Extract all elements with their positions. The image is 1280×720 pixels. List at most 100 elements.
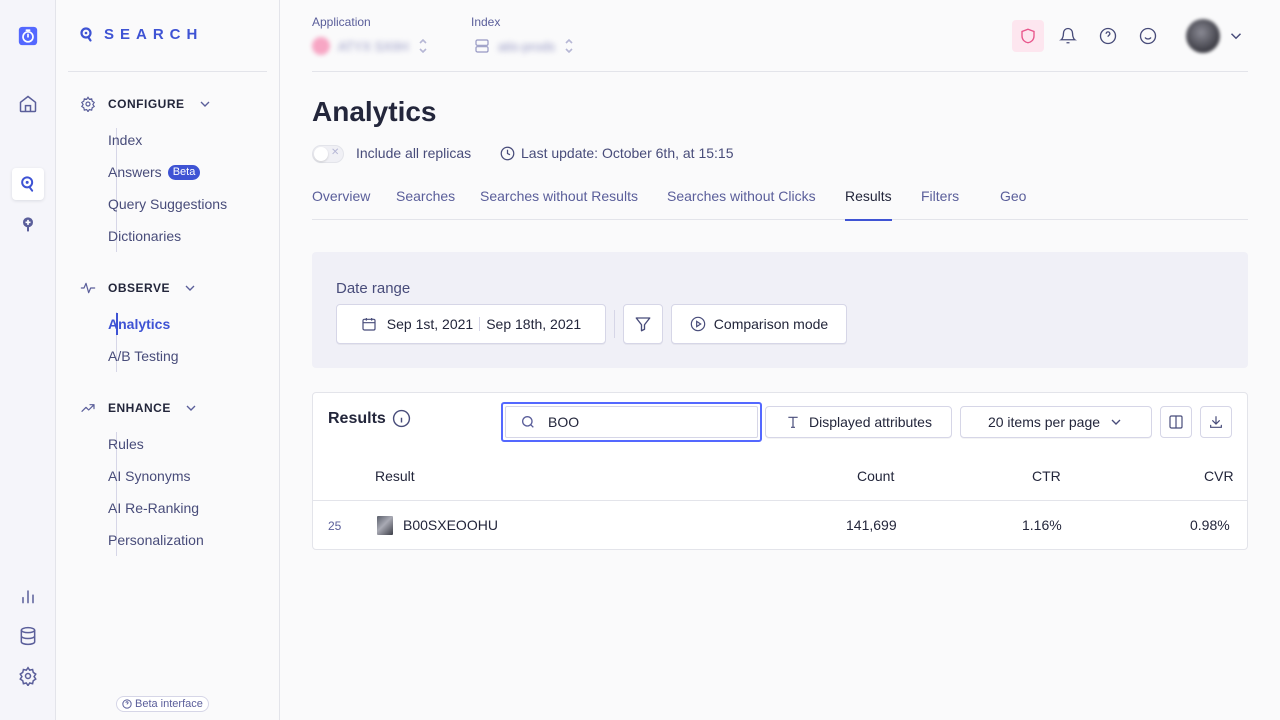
results-search — [501, 402, 762, 442]
section-label: OBSERVE — [108, 281, 170, 295]
filter-icon — [635, 317, 651, 332]
calendar-icon — [362, 318, 376, 331]
tab-searches-without-results[interactable]: Searches without Results — [480, 186, 638, 220]
product-thumbnail — [377, 516, 393, 535]
sidebar-item-dictionaries[interactable]: Dictionaries — [108, 226, 181, 246]
column-header-count[interactable]: Count — [857, 468, 894, 484]
items-per-page-select[interactable]: 20 items per page — [960, 406, 1152, 438]
download-button[interactable] — [1200, 406, 1232, 438]
sidebar: SEARCH CONFIGURE Index Answers Beta Quer… — [56, 0, 280, 720]
database-icon[interactable] — [12, 620, 44, 652]
chart-icon[interactable] — [12, 580, 44, 612]
sidebar-item-answers[interactable]: Answers Beta — [108, 162, 201, 182]
column-header-cvr[interactable]: CVR — [1204, 468, 1234, 484]
last-update-text: Last update: October 6th, at 15:15 — [521, 145, 734, 161]
search-input[interactable] — [548, 414, 728, 430]
tab-searches[interactable]: Searches — [396, 186, 455, 220]
comparison-mode-button[interactable]: Comparison mode — [671, 304, 847, 344]
sidebar-item-personalization[interactable]: Personalization — [108, 530, 204, 550]
app-rail — [0, 0, 56, 720]
search-product-icon[interactable] — [12, 168, 44, 200]
tab-searches-without-clicks[interactable]: Searches without Clicks — [667, 186, 816, 220]
section-configure[interactable]: CONFIGURE — [80, 94, 213, 114]
column-header-result[interactable]: Result — [375, 468, 415, 484]
recommend-icon[interactable] — [12, 208, 44, 240]
pulse-icon — [80, 282, 96, 294]
items-per-page-label: 20 items per page — [987, 414, 1101, 430]
brand[interactable]: SEARCH — [80, 26, 203, 43]
search-box — [505, 406, 758, 438]
displayed-attributes-button[interactable]: Displayed attributes — [765, 406, 952, 438]
sidebar-item-rules[interactable]: Rules — [108, 434, 144, 454]
chevron-down-icon — [1111, 419, 1121, 425]
beta-interface-toggle[interactable]: Beta interface — [116, 696, 209, 712]
index-selector[interactable]: atis-prods — [474, 37, 575, 55]
chevron-down-icon[interactable] — [1220, 20, 1252, 52]
section-enhance[interactable]: ENHANCE — [80, 398, 199, 418]
gear-icon[interactable] — [12, 660, 44, 692]
comparison-mode-label: Comparison mode — [713, 316, 829, 332]
columns-icon — [1169, 415, 1183, 429]
avatar[interactable] — [1186, 19, 1220, 53]
application-value: ATYX SXIIH — [338, 38, 409, 54]
sidebar-item-label: Answers — [108, 164, 162, 180]
filter-button[interactable] — [623, 304, 663, 344]
server-icon — [475, 39, 489, 53]
bell-icon[interactable] — [1052, 20, 1084, 52]
home-icon[interactable] — [12, 88, 44, 120]
results-title-text: Results — [328, 409, 386, 427]
application-selector[interactable]: ATYX SXIIH — [312, 37, 429, 55]
sidebar-item-ab-testing[interactable]: A/B Testing — [108, 346, 179, 366]
row-result[interactable]: B00SXEOOHU — [403, 517, 498, 533]
shield-icon[interactable] — [1012, 20, 1044, 52]
sidebar-item-ai-reranking[interactable]: AI Re-Ranking — [108, 498, 199, 518]
include-replicas-toggle[interactable]: ✕ — [312, 145, 344, 163]
section-label: CONFIGURE — [108, 97, 185, 111]
tab-filters[interactable]: Filters — [921, 186, 959, 220]
date-separator — [479, 317, 481, 331]
tab-geo[interactable]: Geo — [1000, 186, 1026, 220]
date-range-label: Date range — [336, 280, 411, 297]
clock-icon — [500, 146, 515, 160]
tab-results[interactable]: Results — [845, 186, 892, 221]
columns-button[interactable] — [1160, 406, 1192, 438]
tab-bar: Overview Searches Searches without Resul… — [312, 186, 1248, 221]
index-label: Index — [471, 15, 501, 29]
beta-badge: Beta — [167, 164, 201, 180]
trending-up-icon — [81, 404, 95, 412]
chevron-down-icon — [200, 101, 209, 107]
timer-icon[interactable] — [12, 20, 44, 52]
include-replicas-label: Include all replicas — [356, 145, 472, 161]
play-circle-icon — [690, 316, 706, 332]
divider — [614, 310, 615, 338]
last-update: Last update: October 6th, at 15:15 — [500, 145, 733, 161]
row-ctr: 1.16% — [1022, 517, 1062, 533]
index-value: atis-prods — [498, 38, 556, 54]
gear-icon — [80, 96, 96, 112]
displayed-attributes-label: Displayed attributes — [809, 414, 932, 430]
divider — [312, 71, 1248, 72]
date-range-picker[interactable]: Sep 1st, 2021 Sep 18th, 2021 — [336, 304, 606, 344]
sidebar-item-query-suggestions[interactable]: Query Suggestions — [108, 194, 227, 214]
application-label: Application — [312, 15, 371, 29]
info-icon[interactable] — [392, 409, 411, 428]
brand-name: SEARCH — [104, 26, 204, 43]
sidebar-item-analytics[interactable]: Analytics — [108, 314, 170, 334]
download-icon — [1210, 416, 1222, 428]
column-header-ctr[interactable]: CTR — [1032, 468, 1061, 484]
brand-icon — [80, 26, 92, 42]
section-observe[interactable]: OBSERVE — [80, 278, 198, 298]
text-icon — [788, 416, 798, 428]
help-icon — [122, 699, 132, 709]
app-avatar — [312, 37, 330, 55]
row-rank: 25 — [328, 519, 342, 533]
smiley-icon[interactable] — [1132, 20, 1164, 52]
sidebar-item-index[interactable]: Index — [108, 130, 142, 150]
chevron-updown-icon — [565, 38, 573, 54]
row-cvr: 0.98% — [1190, 517, 1230, 533]
tab-overview[interactable]: Overview — [312, 186, 370, 220]
chevron-down-icon — [185, 285, 195, 291]
help-icon[interactable] — [1092, 20, 1124, 52]
chevron-down-icon — [186, 405, 196, 411]
sidebar-item-ai-synonyms[interactable]: AI Synonyms — [108, 466, 190, 486]
